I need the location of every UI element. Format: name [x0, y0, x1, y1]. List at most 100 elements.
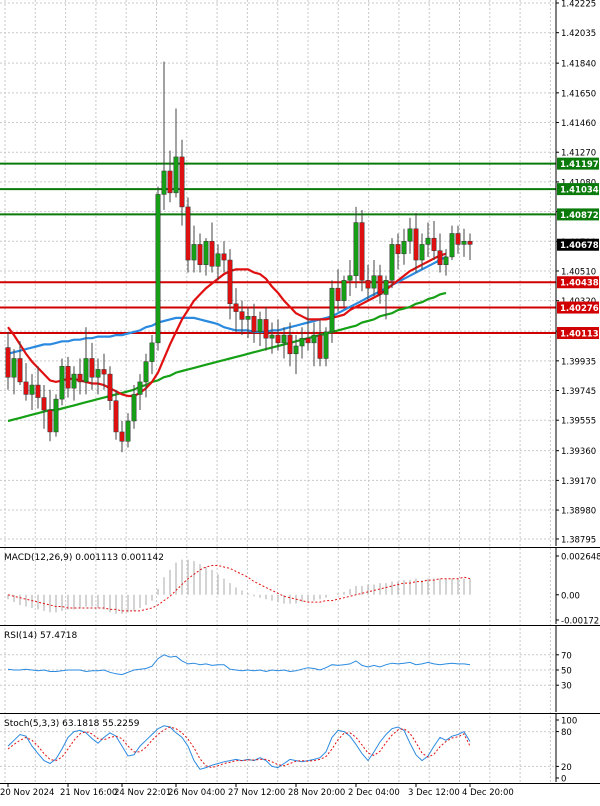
time-tick-label: 4 Dec 20:00: [462, 788, 514, 798]
time-tick-label: 3 Dec 12:00: [408, 788, 460, 798]
candle-bull: [329, 287, 335, 333]
candle-bull: [311, 334, 317, 344]
stoch-tick-label: 20: [561, 763, 572, 773]
candle-bear: [65, 366, 71, 389]
macd-label: MACD(12,26,9) 0.001113 0.001142: [4, 553, 164, 563]
level-label: 1.41197: [560, 160, 599, 170]
macd-tick-label: 0.00: [561, 591, 580, 601]
candle-bear: [251, 316, 257, 333]
level-label: 1.41034: [560, 186, 599, 196]
candle-bull: [137, 381, 143, 395]
level-label: 1.40113: [560, 330, 599, 340]
price-tick-label: 1.38980: [561, 507, 596, 517]
level-label: 1.40872: [560, 211, 599, 221]
price-tick-label: 1.39170: [561, 477, 596, 487]
candle-bull: [389, 244, 395, 281]
candle-bull: [257, 319, 263, 333]
candle-bull: [353, 222, 359, 276]
time-tick-label: 26 Nov 04:00: [168, 788, 225, 798]
chart-svg: MACD(12,26,9) 0.001113 0.001142 RSI(14) …: [0, 0, 600, 802]
candle-bear: [467, 241, 473, 245]
candle-bear: [359, 222, 365, 281]
stochastic-label: Stoch(5,3,3) 63.1818 55.2259: [4, 719, 140, 729]
current-price-label: 1.40678: [560, 241, 599, 251]
candle-bull: [371, 275, 377, 289]
candle-bull: [29, 384, 35, 395]
time-tick-label: 24 Nov 22:01: [114, 788, 171, 798]
candle-bear: [179, 156, 185, 208]
time-tick-label: 2 Dec 04:00: [348, 788, 400, 798]
price-tick-label: 1.42225: [561, 0, 596, 10]
candle-bear: [455, 233, 461, 245]
candle-bear: [47, 409, 53, 433]
candle-bear: [113, 400, 119, 433]
candle-bull: [443, 256, 449, 265]
candle-bull: [155, 194, 161, 344]
candle-bear: [227, 259, 233, 305]
price-tick-label: 1.39360: [561, 447, 596, 457]
price-tick-label: 1.38795: [561, 535, 596, 545]
price-tick-label: 1.42035: [561, 29, 596, 39]
candle-bear: [119, 431, 125, 442]
candle-bear: [377, 275, 383, 295]
macd-tick-label: 0.002648: [561, 553, 600, 563]
candle-bull: [449, 233, 455, 258]
level-label: 1.40438: [560, 279, 599, 289]
candle-bull: [401, 241, 407, 255]
candle-bull: [419, 244, 425, 261]
candle-bear: [89, 358, 95, 378]
candle-bull: [425, 237, 431, 245]
candle-bear: [41, 397, 47, 411]
candle-bear: [335, 287, 341, 301]
time-tick-label: 21 Nov 16:00: [60, 788, 117, 798]
candle-bear: [275, 334, 281, 344]
price-tick-label: 1.41460: [561, 119, 596, 129]
candle-bear: [167, 170, 173, 194]
price-tick-label: 1.39745: [561, 387, 596, 397]
candle-bear: [431, 237, 437, 251]
candle-bull: [131, 394, 137, 422]
candle-bull: [143, 361, 149, 383]
candle-bear: [233, 303, 239, 312]
candle-bear: [209, 241, 215, 267]
price-tick-label: 1.39935: [561, 357, 596, 367]
candle-bull: [383, 280, 389, 295]
candle-bull: [125, 420, 131, 442]
rsi-tick-label: 70: [561, 651, 572, 661]
candle-bear: [35, 384, 41, 398]
price-tick-label: 1.40510: [561, 267, 596, 277]
candle-bear: [365, 280, 371, 289]
time-tick-label: 27 Nov 12:00: [228, 788, 285, 798]
candle-bull: [293, 345, 299, 355]
rsi-tick-label: 30: [561, 682, 572, 692]
candle-bear: [197, 244, 203, 265]
candle-bull: [53, 398, 59, 433]
forex-chart: MACD(12,26,9) 0.001113 0.001142 RSI(14) …: [0, 0, 600, 802]
candle-bear: [23, 381, 29, 395]
candle-bear: [185, 206, 191, 261]
level-label: 1.40276: [560, 304, 599, 314]
price-tick-label: 1.39555: [561, 417, 596, 427]
candle-bull: [323, 331, 329, 359]
candle-bear: [77, 373, 83, 383]
candle-bull: [245, 316, 251, 320]
candle-bull: [203, 241, 209, 265]
candle-bull: [407, 228, 413, 242]
price-tick-label: 1.41840: [561, 60, 596, 70]
candle-bear: [413, 228, 419, 261]
candle-bull: [59, 366, 65, 400]
candle-bear: [221, 253, 227, 261]
candle-bear: [107, 373, 113, 401]
stoch-tick-label: 80: [561, 728, 572, 738]
rsi-label: RSI(14) 57.4718: [4, 631, 77, 641]
candle-bull: [269, 334, 275, 339]
price-tick-label: 1.41650: [561, 89, 596, 99]
candle-bull: [173, 156, 179, 194]
candle-bull: [461, 241, 467, 245]
candle-bull: [341, 280, 347, 301]
candle-bull: [95, 369, 101, 378]
candle-bull: [149, 342, 155, 362]
candle-bull: [71, 373, 77, 389]
price-tick-label: 1.41270: [561, 149, 596, 159]
candle-bull: [191, 244, 197, 261]
